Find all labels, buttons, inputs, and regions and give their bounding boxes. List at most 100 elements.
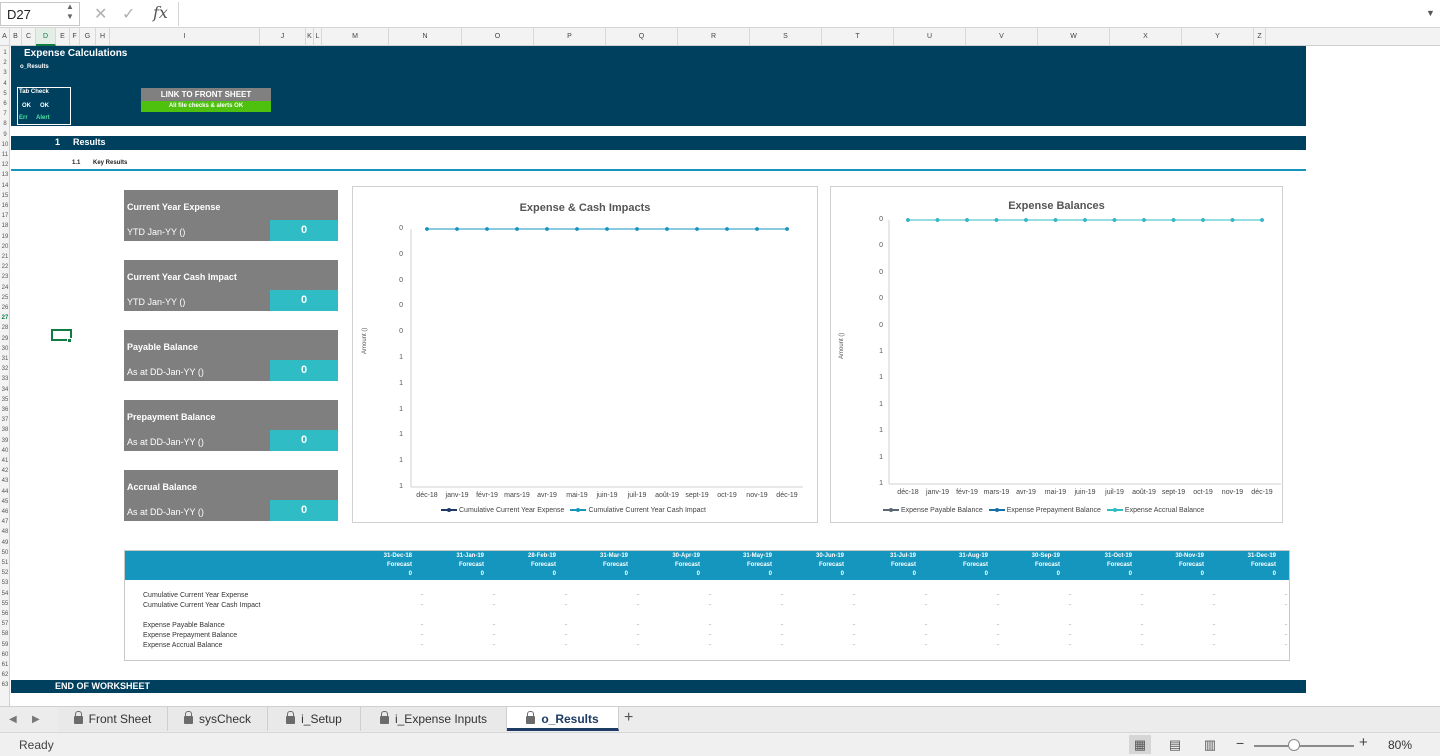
- table-cell[interactable]: -: [849, 592, 859, 598]
- column-header-k[interactable]: K: [306, 28, 314, 46]
- row-header[interactable]: 43: [0, 478, 10, 484]
- row-header[interactable]: 41: [0, 458, 10, 464]
- column-header-a[interactable]: A: [0, 28, 10, 46]
- table-cell[interactable]: -: [489, 622, 499, 628]
- table-cell[interactable]: -: [561, 592, 571, 598]
- row-header[interactable]: 11: [0, 152, 10, 158]
- formula-input[interactable]: [178, 2, 1418, 26]
- column-header-t[interactable]: T: [822, 28, 894, 46]
- table-cell[interactable]: -: [633, 602, 643, 608]
- table-cell[interactable]: -: [777, 632, 787, 638]
- column-header-q[interactable]: Q: [606, 28, 678, 46]
- row-header[interactable]: 20: [0, 244, 10, 250]
- column-header-z[interactable]: Z: [1254, 28, 1266, 46]
- table-cell[interactable]: -: [1137, 642, 1147, 648]
- zoom-out-icon[interactable]: −: [1236, 735, 1244, 751]
- table-cell[interactable]: -: [1209, 642, 1219, 648]
- row-header[interactable]: 38: [0, 427, 10, 433]
- row-header[interactable]: 47: [0, 519, 10, 525]
- prev-sheet-icon[interactable]: ◀: [9, 714, 17, 725]
- table-cell[interactable]: -: [489, 602, 499, 608]
- table-cell[interactable]: -: [1065, 642, 1075, 648]
- table-cell[interactable]: -: [1281, 592, 1291, 598]
- sheet-tab-syscheck[interactable]: sysCheck: [168, 707, 268, 731]
- row-header[interactable]: 51: [0, 560, 10, 566]
- table-cell[interactable]: -: [921, 592, 931, 598]
- row-header[interactable]: 37: [0, 417, 10, 423]
- table-cell[interactable]: -: [633, 642, 643, 648]
- column-header-g[interactable]: G: [80, 28, 96, 46]
- table-cell[interactable]: -: [849, 642, 859, 648]
- table-cell[interactable]: -: [561, 602, 571, 608]
- table-cell[interactable]: -: [417, 642, 427, 648]
- confirm-icon[interactable]: ✓: [122, 4, 135, 24]
- row-header[interactable]: 54: [0, 591, 10, 597]
- row-header[interactable]: 45: [0, 499, 10, 505]
- row-header[interactable]: 16: [0, 203, 10, 209]
- table-cell[interactable]: -: [561, 632, 571, 638]
- row-header[interactable]: 5: [0, 91, 10, 97]
- table-cell[interactable]: -: [561, 622, 571, 628]
- row-header[interactable]: 34: [0, 387, 10, 393]
- table-cell[interactable]: -: [1209, 622, 1219, 628]
- zoom-slider[interactable]: [1254, 745, 1354, 747]
- row-header[interactable]: 3: [0, 70, 10, 76]
- column-header-c[interactable]: C: [22, 28, 36, 46]
- row-header[interactable]: 19: [0, 234, 10, 240]
- normal-view-icon[interactable]: ▦: [1129, 735, 1151, 754]
- row-header[interactable]: 9: [0, 132, 10, 138]
- row-header[interactable]: 44: [0, 489, 10, 495]
- column-header-d[interactable]: D: [36, 28, 56, 46]
- table-cell[interactable]: -: [417, 592, 427, 598]
- table-cell[interactable]: -: [705, 622, 715, 628]
- table-cell[interactable]: -: [1065, 622, 1075, 628]
- table-cell[interactable]: -: [705, 632, 715, 638]
- row-header[interactable]: 30: [0, 346, 10, 352]
- table-cell[interactable]: -: [1137, 622, 1147, 628]
- table-cell[interactable]: -: [993, 642, 1003, 648]
- row-header[interactable]: 57: [0, 621, 10, 627]
- column-header-m[interactable]: M: [322, 28, 389, 46]
- column-header-r[interactable]: R: [678, 28, 750, 46]
- link-to-front-sheet-button[interactable]: LINK TO FRONT SHEET: [141, 88, 271, 101]
- row-header[interactable]: 4: [0, 81, 10, 87]
- sheet-tab-front-sheet[interactable]: Front Sheet: [58, 707, 168, 731]
- row-header[interactable]: 49: [0, 540, 10, 546]
- zoom-slider-thumb[interactable]: [1288, 739, 1300, 751]
- table-cell[interactable]: -: [777, 622, 787, 628]
- column-header-u[interactable]: U: [894, 28, 966, 46]
- table-cell[interactable]: -: [777, 642, 787, 648]
- table-cell[interactable]: -: [993, 602, 1003, 608]
- table-cell[interactable]: -: [1209, 632, 1219, 638]
- table-cell[interactable]: -: [705, 592, 715, 598]
- row-header[interactable]: 13: [0, 172, 10, 178]
- table-cell[interactable]: -: [1137, 602, 1147, 608]
- zoom-level[interactable]: 80%: [1388, 738, 1412, 752]
- column-header-e[interactable]: E: [56, 28, 70, 46]
- add-sheet-icon[interactable]: +: [624, 709, 633, 727]
- row-header[interactable]: 33: [0, 376, 10, 382]
- column-header-w[interactable]: W: [1038, 28, 1110, 46]
- table-cell[interactable]: -: [633, 632, 643, 638]
- table-cell[interactable]: -: [849, 632, 859, 638]
- column-header-j[interactable]: J: [260, 28, 306, 46]
- column-header-n[interactable]: N: [389, 28, 462, 46]
- row-header[interactable]: 26: [0, 305, 10, 311]
- column-header-s[interactable]: S: [750, 28, 822, 46]
- table-cell[interactable]: -: [921, 622, 931, 628]
- column-header-i[interactable]: I: [110, 28, 260, 46]
- table-cell[interactable]: -: [1281, 602, 1291, 608]
- row-header[interactable]: 10: [0, 142, 10, 148]
- page-layout-icon[interactable]: ▤: [1164, 735, 1186, 754]
- table-cell[interactable]: -: [921, 632, 931, 638]
- row-header[interactable]: 1: [0, 50, 10, 56]
- row-header[interactable]: 32: [0, 366, 10, 372]
- row-header[interactable]: 52: [0, 570, 10, 576]
- row-header[interactable]: 48: [0, 529, 10, 535]
- row-header[interactable]: 8: [0, 121, 10, 127]
- table-cell[interactable]: -: [489, 632, 499, 638]
- row-header[interactable]: 17: [0, 213, 10, 219]
- row-header[interactable]: 53: [0, 580, 10, 586]
- column-header-l[interactable]: L: [314, 28, 322, 46]
- table-cell[interactable]: -: [777, 602, 787, 608]
